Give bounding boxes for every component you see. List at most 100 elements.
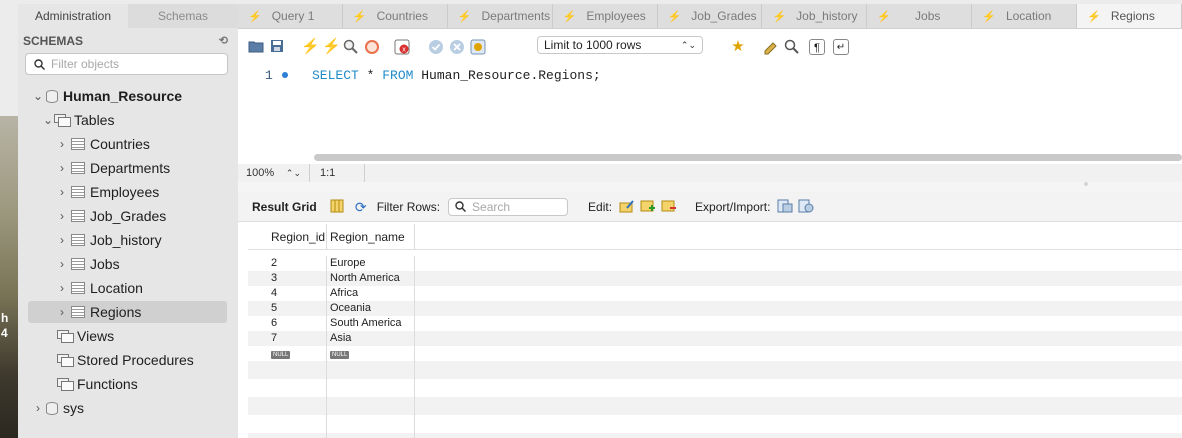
execute-icon[interactable]: ⚡ (301, 39, 320, 55)
add-snippet-star-icon[interactable]: ★ (730, 39, 746, 55)
filter-objects-input[interactable] (51, 57, 221, 71)
sql-code-line[interactable]: SELECT * FROM Human_Resource.Regions; (312, 68, 601, 83)
row-selector[interactable] (248, 346, 268, 361)
tree-item-job-history[interactable]: › Job_history (18, 229, 238, 251)
table-row[interactable]: 4 Africa (248, 286, 1182, 301)
grid-view-icon[interactable] (329, 199, 345, 215)
table-row[interactable]: 7 Asia (248, 331, 1182, 346)
commit-icon[interactable] (428, 39, 444, 55)
tab-administration[interactable]: Administration (18, 4, 128, 28)
cell-region-id[interactable]: 4 (268, 286, 327, 301)
new-row[interactable]: NULL NULL (248, 346, 1182, 361)
rollback-icon[interactable] (449, 39, 465, 55)
pane-divider[interactable] (238, 182, 1182, 192)
open-folder-icon[interactable] (248, 39, 264, 55)
cell-region-name[interactable]: NULL (327, 346, 415, 361)
save-icon[interactable] (269, 39, 285, 55)
cell-region-id[interactable]: 5 (268, 301, 327, 316)
chevron-right-icon[interactable]: › (32, 401, 44, 415)
tab-countries[interactable]: ⚡ Countries (343, 4, 448, 28)
cell-region-name[interactable]: North America (327, 271, 415, 286)
filter-objects-field[interactable] (25, 53, 228, 75)
invisible-chars-icon[interactable]: ¶ (809, 39, 825, 55)
chevron-right-icon[interactable]: › (56, 161, 68, 175)
chevron-right-icon[interactable]: › (56, 257, 68, 271)
tree-item-functions[interactable]: Functions (18, 373, 238, 395)
tables-node[interactable]: ⌄ Tables (18, 109, 238, 131)
zoom-select[interactable]: 100% ⌃⌄ (238, 164, 310, 182)
tree-item-employees[interactable]: › Employees (18, 181, 238, 203)
row-selector[interactable] (248, 316, 268, 331)
find-icon[interactable] (784, 39, 800, 55)
tab-jobs[interactable]: ⚡ Jobs (867, 4, 973, 28)
row-selector[interactable] (248, 331, 268, 346)
insert-row-icon[interactable] (640, 199, 656, 215)
refresh-icon[interactable]: ⟳ (353, 199, 369, 215)
filter-rows-input[interactable] (472, 199, 563, 214)
column-header-region-id[interactable]: Region_id (268, 223, 327, 250)
table-row[interactable]: 2 Europe (248, 256, 1182, 271)
tab-regions[interactable]: ⚡ Regions (1077, 4, 1182, 28)
tab-query-1[interactable]: ⚡ Query 1 (238, 4, 343, 28)
refresh-schemas-icon[interactable]: ⟲ (219, 34, 228, 48)
cell-region-name[interactable]: Asia (327, 331, 415, 346)
edit-row-icon[interactable] (619, 199, 635, 215)
table-row[interactable]: 5 Oceania (248, 301, 1182, 316)
execute-current-icon[interactable]: ⚡ (322, 39, 341, 55)
beautify-icon[interactable] (763, 39, 779, 55)
filter-rows-search[interactable] (448, 197, 569, 216)
chevron-right-icon[interactable]: › (56, 281, 68, 295)
cell-region-id[interactable]: 7 (268, 331, 327, 346)
delete-row-icon[interactable] (661, 199, 677, 215)
cell-region-name[interactable]: South America (327, 316, 415, 331)
chevron-down-icon[interactable]: ⌄ (42, 113, 54, 127)
export-icon[interactable] (777, 199, 793, 215)
tree-item-departments[interactable]: › Departments (18, 157, 238, 179)
cell-region-id[interactable]: 3 (268, 271, 327, 286)
limit-rows-select[interactable]: Limit to 1000 rows ⌃⌄ (537, 36, 703, 54)
chevron-right-icon[interactable]: › (56, 305, 68, 319)
cell-region-name[interactable]: Europe (327, 256, 415, 271)
tree-item-regions[interactable]: › Regions (28, 301, 227, 323)
tree-item-countries[interactable]: › Countries (18, 133, 238, 155)
row-selector[interactable] (248, 286, 268, 301)
table-row[interactable]: 6 South America (248, 316, 1182, 331)
column-header-region-name[interactable]: Region_name (327, 223, 415, 250)
row-selector[interactable] (248, 301, 268, 316)
cell-region-id[interactable]: 2 (268, 256, 327, 271)
tree-item-stored-procedures[interactable]: Stored Procedures (18, 349, 238, 371)
chevron-right-icon[interactable]: › (56, 185, 68, 199)
tab-location[interactable]: ⚡ Location (972, 4, 1078, 28)
cell-region-id[interactable]: 6 (268, 316, 327, 331)
tab-departments[interactable]: ⚡ Departments (448, 4, 553, 28)
tab-employees[interactable]: ⚡ Employees (553, 4, 658, 28)
chevron-right-icon[interactable]: › (56, 137, 68, 151)
import-icon[interactable] (798, 199, 814, 215)
cell-region-name[interactable]: Oceania (327, 301, 415, 316)
table-row[interactable]: 3 North America (248, 271, 1182, 286)
tab-job-grades[interactable]: ⚡ Job_Grades (658, 4, 763, 28)
tree-item-job-grades[interactable]: › Job_Grades (18, 205, 238, 227)
horizontal-scrollbar[interactable] (314, 154, 1182, 161)
autocommit-icon[interactable] (470, 39, 486, 55)
sql-editor[interactable]: 1 SELECT * FROM Human_Resource.Regions; (238, 62, 1182, 156)
cell-region-id[interactable]: NULL (268, 346, 327, 361)
tab-schemas[interactable]: Schemas (128, 4, 238, 28)
tree-item-location[interactable]: › Location (18, 277, 238, 299)
tab-job-history[interactable]: ⚡ Job_history (762, 4, 868, 28)
row-selector[interactable] (248, 256, 268, 271)
splitter-handle-icon[interactable] (1084, 182, 1088, 186)
row-selector[interactable] (248, 271, 268, 286)
chevron-down-icon[interactable]: ⌄ (32, 89, 44, 103)
explain-icon[interactable] (343, 39, 359, 55)
cell-region-name[interactable]: Africa (327, 286, 415, 301)
stop-icon[interactable] (364, 39, 380, 55)
wrap-lines-icon[interactable]: ↵ (833, 39, 849, 55)
schema-node-human-resource[interactable]: ⌄ Human_Resource (18, 85, 238, 107)
toggle-error-icon[interactable]: x (394, 39, 410, 55)
tree-item-jobs[interactable]: › Jobs (18, 253, 238, 275)
schema-node-sys[interactable]: › sys (18, 397, 238, 419)
chevron-right-icon[interactable]: › (56, 209, 68, 223)
tree-item-views[interactable]: Views (18, 325, 238, 347)
chevron-right-icon[interactable]: › (56, 233, 68, 247)
